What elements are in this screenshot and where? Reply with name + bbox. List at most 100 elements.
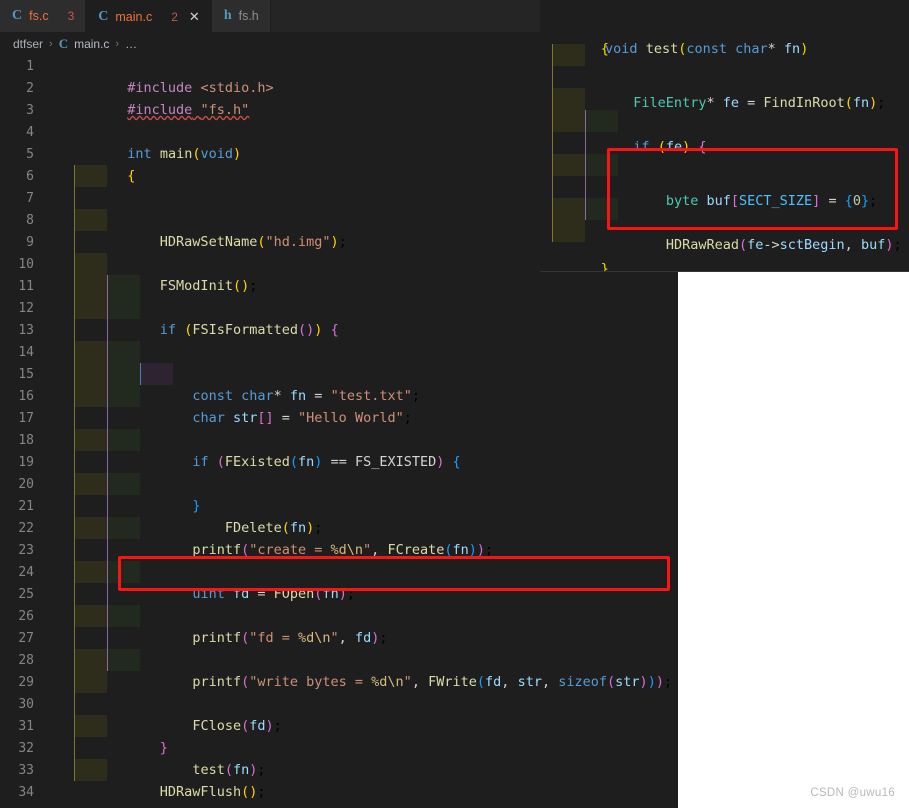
breadcrumb-symbol-ellipsis[interactable]: … — [125, 37, 137, 51]
code-line[interactable]: HDRawRead(fe->sctBegin, buf); — [540, 154, 909, 253]
line-number: 25 — [18, 586, 34, 602]
code-line[interactable]: if (fe) { — [540, 88, 909, 155]
indent-guide — [107, 495, 108, 517]
tab-problem-badge: 2 — [171, 9, 178, 24]
code-line[interactable]: FileEntry* fe = FindInRoot(fn); — [540, 44, 909, 111]
indent-guide — [74, 605, 75, 627]
peek-definition-pane[interactable]: void test(const char* fn) { FileEntry* f… — [540, 0, 909, 272]
code-line[interactable]: } — [540, 220, 909, 242]
indent-guide — [107, 451, 108, 473]
indent-block — [552, 154, 585, 176]
line-content: } — [589, 271, 642, 272]
indent-guide — [552, 44, 553, 66]
line-number: 5 — [26, 146, 34, 162]
indent-guide — [552, 176, 553, 198]
tab-fs-c[interactable]: C fs.c 3 — [0, 0, 87, 32]
indent-block — [74, 759, 107, 781]
indent-block — [107, 363, 140, 385]
code-line[interactable]: 30 — [0, 693, 678, 715]
code-line[interactable]: void test(const char* fn) — [540, 0, 909, 57]
indent-guide — [107, 517, 108, 539]
indent-guide — [74, 627, 75, 649]
indent-guide — [552, 154, 553, 176]
breadcrumb-root[interactable]: dtfser — [13, 37, 43, 51]
tab-fs-h[interactable]: h fs.h — [211, 0, 271, 32]
line-number: 23 — [18, 542, 34, 558]
breadcrumb-file[interactable]: main.c — [74, 37, 109, 51]
indent-block — [74, 671, 107, 693]
tab-label: main.c — [115, 9, 153, 24]
code-line[interactable]: 20 uint fd = FOpen(fn); — [0, 473, 678, 602]
indent-guide — [74, 319, 75, 341]
line-number: 12 — [18, 300, 34, 316]
indent-block — [74, 517, 107, 539]
indent-block — [74, 649, 107, 671]
line-number: 16 — [18, 388, 34, 404]
code-line[interactable]: 26 FClose(fd); — [0, 605, 678, 734]
code-line[interactable]: byte buf[SECT_SIZE] = {0}; — [540, 110, 909, 209]
indent-block — [107, 341, 140, 363]
indent-guide — [74, 429, 75, 451]
indent-block — [552, 88, 585, 110]
code-line[interactable]: 15 FDelete(fn); — [0, 363, 678, 536]
tab-label: fs.h — [238, 9, 259, 23]
line-number: 17 — [18, 410, 34, 426]
line-content: test(fn); — [46, 649, 678, 778]
indent-guide — [107, 319, 108, 341]
code-line[interactable]: 18 printf("create = %d\n", FCreate(fn)); — [0, 429, 678, 558]
line-content: uint fd = FOpen(fn); — [46, 473, 678, 602]
code-line[interactable]: 31 HDRawFlush(); — [0, 715, 678, 800]
indent-guide — [585, 132, 586, 154]
code-line[interactable]: 14 if (FExisted(fn) == FS_EXISTED) { — [0, 341, 678, 470]
indent-block — [585, 154, 618, 176]
indent-guide — [585, 176, 586, 198]
code-line[interactable]: 22 printf("fd = %d\n", fd); — [0, 517, 678, 646]
indent-guide — [74, 517, 75, 539]
code-line[interactable]: 24 printf("write bytes = %d\n", FWrite(f… — [0, 561, 678, 690]
code-line[interactable]: } — [540, 242, 909, 271]
line-content: FDelete(fn); — [46, 363, 678, 536]
code-line[interactable] — [540, 176, 909, 198]
tab-problem-badge: 3 — [67, 9, 75, 23]
indent-guide — [107, 473, 108, 495]
code-line[interactable] — [540, 132, 909, 154]
indent-block — [140, 363, 173, 385]
line-number: 8 — [26, 212, 34, 228]
code-line[interactable]: printf("content = %s\n", buf); — [540, 198, 909, 220]
indent-block — [107, 429, 140, 451]
code-line[interactable]: 11 const char* fn = "test.txt"; — [0, 275, 678, 404]
indent-block — [107, 473, 140, 495]
code-line[interactable]: 13 — [0, 319, 678, 341]
indent-guide — [107, 275, 108, 297]
code-line[interactable]: 33 return 0; — [0, 759, 678, 781]
code-line[interactable]: 28 test(fn); — [0, 649, 678, 778]
indent-guide — [74, 473, 75, 495]
close-icon[interactable]: ✕ — [189, 10, 200, 23]
code-line[interactable]: 32 — [0, 737, 678, 759]
indent-guide — [74, 253, 75, 275]
code-line[interactable] — [540, 66, 909, 88]
watermark: CSDN @uwu16 — [810, 787, 895, 799]
indent-block — [74, 275, 107, 297]
indent-block — [107, 561, 140, 583]
code-line[interactable]: 21 — [0, 495, 678, 517]
code-line[interactable]: 12 char str[] = "Hello World"; — [0, 297, 678, 426]
indent-guide — [74, 451, 75, 473]
indent-block — [74, 341, 107, 363]
indent-block — [74, 363, 107, 385]
indent-guide — [552, 132, 553, 154]
code-line[interactable]: { — [540, 22, 909, 57]
code-line[interactable]: 34 } — [0, 781, 678, 808]
indent-block — [585, 110, 618, 132]
c-file-icon: C — [12, 8, 23, 23]
indent-guide — [552, 198, 553, 220]
indent-guide — [107, 407, 108, 429]
line-number: 21 — [18, 498, 34, 514]
line-content: printf("create = %d\n", FCreate(fn)); — [46, 429, 678, 558]
indent-block — [74, 605, 107, 627]
indent-guide — [585, 154, 586, 176]
tab-main-c[interactable]: C main.c 2 ✕ — [86, 0, 212, 32]
indent-block — [107, 605, 140, 627]
error-squiggle: #include "fs.h" — [127, 102, 250, 118]
line-number: 13 — [18, 322, 34, 338]
